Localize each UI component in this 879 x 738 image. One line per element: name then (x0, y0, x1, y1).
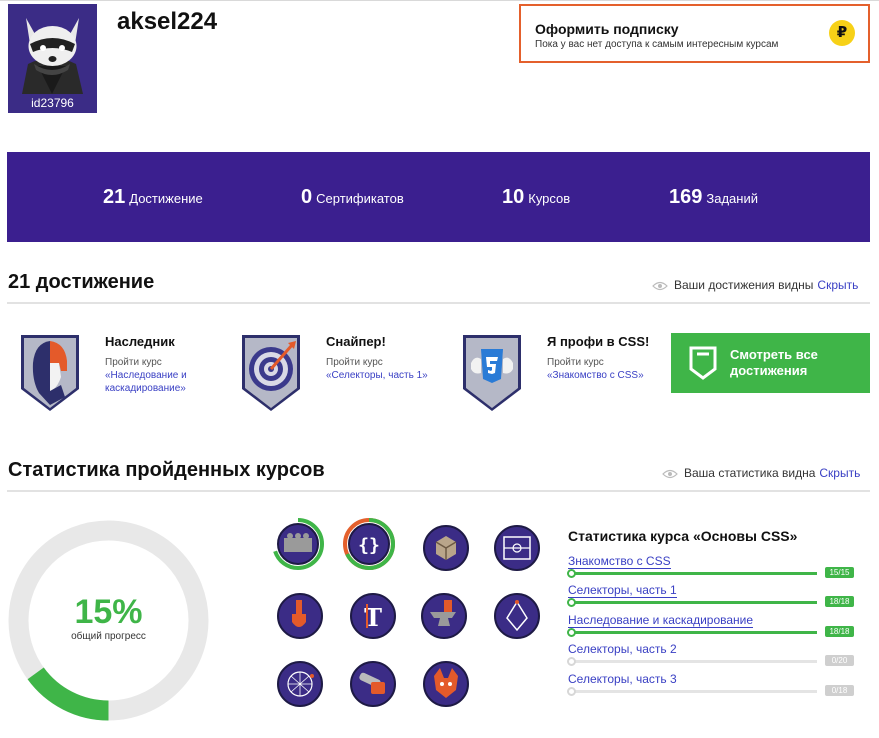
course-stat-row: Селекторы, часть 2 0/20 (567, 642, 854, 670)
course-stat-name[interactable]: Наследование и каскадирование (568, 613, 754, 628)
course-stat-progress-dot (567, 657, 576, 666)
course-stats-divider (7, 490, 870, 492)
course-stat-progress-dot (567, 687, 576, 696)
achievement-title: Наследник (105, 334, 175, 349)
css-braces-icon[interactable]: {} (341, 516, 397, 577)
course-stat-progress-dot (567, 569, 576, 578)
achievement-title: Я профи в CSS! (547, 334, 650, 349)
course-stat-progress-bar (567, 598, 817, 607)
course-stat-count-badge: 18/18 (825, 626, 854, 637)
ruble-coin-icon: ₽ (829, 20, 855, 46)
hide-achievements-link[interactable]: Скрыть (817, 278, 858, 292)
overall-progress-percent: 15% (74, 593, 143, 631)
stat-label: Сертификатов (316, 191, 404, 206)
stat-achievements: 21 Достижение (103, 186, 203, 209)
course-stat-count-badge: 0/18 (825, 685, 854, 696)
top-divider (0, 0, 879, 1)
achievements-visibility-text: Ваши достижения видны (674, 278, 814, 292)
user-id: id23796 (8, 94, 97, 113)
football-field-icon[interactable] (489, 520, 545, 581)
stat-value: 10 (502, 186, 525, 208)
badge-outline-icon (689, 346, 717, 380)
course-stat-progress-fill (568, 601, 817, 604)
hide-course-stats-link[interactable]: Скрыть (819, 466, 860, 480)
fox-icon[interactable] (418, 656, 474, 717)
chainsaw-icon[interactable] (345, 656, 401, 717)
course-stat-name[interactable]: Селекторы, часть 3 (568, 672, 677, 686)
stat-value: 0 (301, 186, 313, 208)
svg-text:{}: {} (358, 535, 380, 556)
username: aksel224 (117, 8, 218, 35)
eye-icon (662, 469, 678, 478)
stat-value: 21 (103, 186, 126, 208)
stat-certificates: 0 Сертификатов (301, 186, 404, 209)
course-stats-heading: Статистика курса «Основы CSS» (568, 528, 798, 544)
achievement-course-link[interactable]: «Селекторы, часть 1» (326, 369, 436, 382)
subscription-card[interactable]: Оформить подписку Пока у вас нет доступа… (519, 4, 870, 63)
course-stat-progress-fill (568, 631, 817, 634)
avatar[interactable]: id23796 (8, 4, 97, 113)
course-stat-row: Знакомство с CSS 15/15 (567, 554, 854, 582)
course-stat-progress-dot (567, 628, 576, 637)
stat-tasks: 169 Заданий (669, 186, 758, 209)
course-stat-name[interactable]: Селекторы, часть 1 (568, 583, 677, 598)
stat-label: Заданий (706, 191, 758, 206)
course-stat-row: Селекторы, часть 1 18/18 (567, 583, 854, 611)
cube-icon[interactable] (418, 520, 474, 581)
achievement-title: Снайпер! (326, 334, 386, 349)
subscription-text: Пока у вас нет доступа к самым интересны… (535, 39, 779, 50)
course-stat-count-badge: 0/20 (825, 655, 854, 666)
achievements-divider (7, 302, 870, 304)
stat-value: 169 (669, 186, 703, 208)
course-stat-progress-fill (568, 572, 817, 575)
overall-progress-label: общий прогресс (71, 631, 146, 642)
see-all-achievements-button[interactable]: Смотреть все достижения (671, 333, 870, 393)
network-sphere-icon[interactable] (272, 656, 328, 717)
course-stat-progress-bar (567, 569, 817, 578)
subscription-title: Оформить подписку (535, 21, 679, 37)
course-stat-name[interactable]: Знакомство с CSS (568, 554, 671, 569)
stat-label: Курсов (528, 191, 571, 206)
course-stat-count-badge: 18/18 (825, 596, 854, 607)
course-stat-progress-bar (567, 628, 817, 637)
achievements-title: 21 достижение (8, 271, 155, 293)
course-stat-row: Наследование и каскадирование 18/18 (567, 613, 854, 641)
course-stat-progress-dot (567, 598, 576, 607)
achievement-course-link[interactable]: «Знакомство с CSS» (547, 369, 657, 382)
css3-badge-icon (463, 335, 521, 411)
course-stat-name[interactable]: Селекторы, часть 2 (568, 642, 677, 656)
course-stats-visibility-text: Ваша статистика видна (684, 466, 816, 480)
course-stats-title: Статистика пройденных курсов (8, 459, 325, 481)
lego-brick-icon[interactable] (270, 516, 326, 577)
course-stat-progress-bar (567, 687, 817, 696)
heir-badge-icon (21, 335, 79, 411)
course-stats-visibility: Ваша статистика видна Скрыть (662, 466, 860, 480)
course-stat-count-badge: 15/15 (825, 567, 854, 578)
paint-brush-icon[interactable] (272, 588, 328, 649)
vector-pen-icon[interactable] (489, 588, 545, 649)
anvil-icon[interactable] (416, 588, 472, 649)
typography-icon[interactable]: T (345, 588, 401, 649)
course-stat-progress-bar (567, 657, 817, 666)
stats-band: 21 Достижение 0 Сертификатов 10 Курсов 169 З… (7, 152, 870, 242)
achievement-course-link[interactable]: «Наследование и каскадирование» (105, 369, 215, 395)
eye-icon (652, 281, 668, 290)
raccoon-avatar-icon (8, 4, 97, 94)
see-all-label: Смотреть все достижения (730, 347, 818, 378)
achievement-desc: Пройти курс (105, 357, 162, 368)
achievement-desc: Пройти курс (547, 357, 604, 368)
course-stat-row: Селекторы, часть 3 0/18 (567, 672, 854, 700)
stat-courses: 10 Курсов (502, 186, 570, 209)
target-badge-icon (242, 335, 300, 411)
stat-label: Достижение (129, 191, 203, 206)
achievement-desc: Пройти курс (326, 357, 383, 368)
achievements-visibility: Ваши достижения видны Скрыть (652, 278, 858, 292)
